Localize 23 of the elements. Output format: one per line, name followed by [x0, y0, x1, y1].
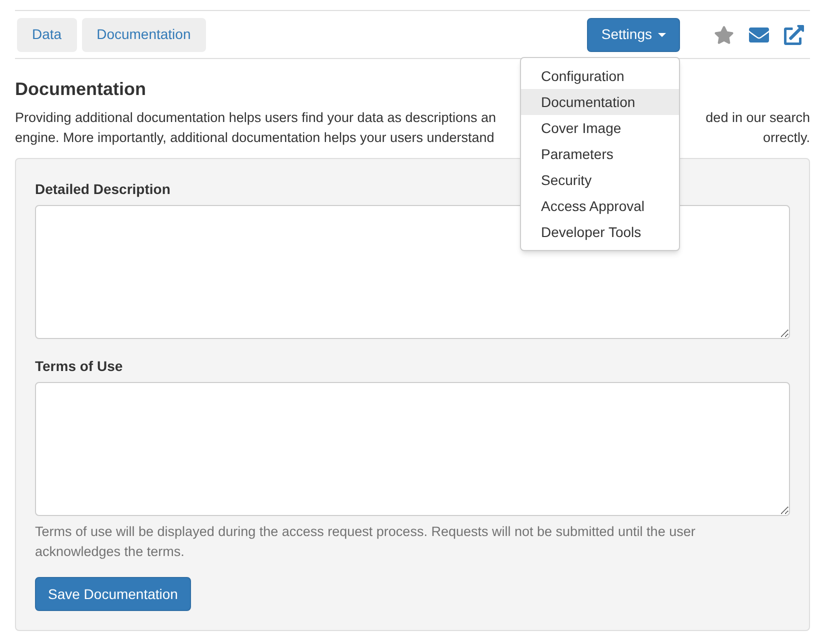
save-button[interactable]: Save Documentation [35, 577, 191, 611]
section-heading: Documentation [15, 79, 148, 99]
menu-item[interactable]: Documentation [521, 89, 679, 115]
field-label: Terms of Use [35, 357, 123, 376]
intro-text: Providing additional documentation helps users find your data as descriptions an [15, 109, 496, 127]
menu-item[interactable]: Access Approval [521, 193, 679, 219]
intro-text: engine. More importantly, additional documentation helps your users understand [15, 129, 494, 147]
settings-button[interactable]: Settings [587, 18, 680, 52]
menu-item[interactable]: Configuration [521, 63, 679, 89]
menu-item[interactable]: Parameters [521, 141, 679, 167]
menu-item[interactable]: Security [521, 167, 679, 193]
field-label: Detailed Description [35, 180, 170, 199]
caret-icon [658, 32, 666, 36]
help-text: Terms of use will be displayed during the access request process. Requests will not be submitted until the user acknowledges the terms. [35, 523, 696, 561]
tab[interactable]: Documentation [82, 18, 206, 52]
menu-item[interactable]: Developer Tools [521, 219, 679, 245]
intro-text: orrectly. [762, 129, 810, 147]
intro-text: ded in our search [706, 109, 810, 127]
star-icon[interactable] [714, 24, 734, 44]
external-link-icon[interactable] [784, 24, 804, 44]
envelope-icon[interactable] [748, 24, 770, 44]
menu-item[interactable]: Cover Image [521, 115, 679, 141]
tab[interactable]: Data [17, 18, 77, 52]
